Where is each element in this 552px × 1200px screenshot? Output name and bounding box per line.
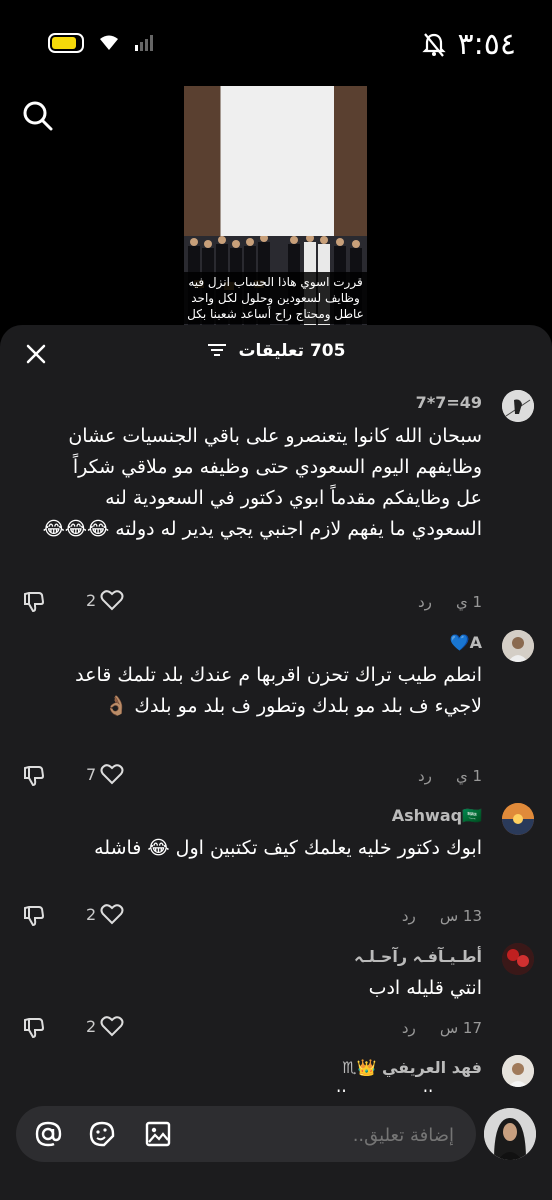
comment-time: 17 س [439,1019,482,1037]
user-avatar[interactable] [484,1108,536,1160]
comment-text: انتي قليله ادب [368,977,482,999]
comment-time: 1 ي [455,593,482,611]
search-icon [23,101,53,131]
comment-meta: 1 ي رد [418,593,482,611]
comment-meta: 17 س رد [402,1019,482,1037]
comment-username[interactable]: Ashwaq🇸🇦 [392,806,482,825]
user-avatar-icon [484,1108,536,1160]
video-caption: قررت اسوي هاذا الحساب انزل فيه وظايف لسع… [184,272,367,324]
clock: ٣:٥٤ [457,27,516,62]
comments-count: 705 تعليقات [238,341,346,361]
bird-avatar-icon [502,390,534,422]
comments-sheet: 705 تعليقات 49=7*7 سبحان الله كانوا يتعن… [0,325,552,1200]
avatar[interactable] [502,630,534,662]
heart-icon [100,1016,124,1037]
sheet-header: 705 تعليقات [0,325,552,381]
heart-icon [100,904,124,925]
girl-avatar-icon [502,630,534,662]
video-thumbnail[interactable]: قررت اسوي هاذا الحساب انزل فيه وظايف لسع… [184,86,367,326]
avatar[interactable] [502,803,534,835]
like-button[interactable]: 2 [86,1015,124,1037]
dislike-icon[interactable] [22,1016,46,1040]
search-button[interactable] [22,100,54,136]
man-avatar-icon [502,1055,534,1087]
comment-meta: 1 ي رد [418,767,482,785]
heart-icon [100,590,124,611]
battery-icon [48,33,84,53]
avatar[interactable] [502,390,534,422]
comment-username[interactable]: أطـيـآفـہ رآحـلـہ [354,947,482,966]
comment-time: 1 ي [455,767,482,785]
image-icon[interactable] [144,1120,172,1148]
filter-icon[interactable] [207,343,227,357]
comment-username[interactable]: 49=7*7 [416,393,482,412]
dislike-icon[interactable] [22,904,46,928]
like-count: 2 [86,1016,97,1036]
mention-icon[interactable] [34,1120,62,1148]
avatar[interactable] [502,1055,534,1087]
sheet-title: 705 تعليقات [0,341,552,361]
comment-meta: 13 س رد [402,907,482,925]
signal-icon [135,35,153,51]
reply-button[interactable]: رد [418,593,432,611]
dislike-icon[interactable] [22,764,46,788]
comment-username[interactable]: A💙 [450,633,482,652]
comment-username[interactable]: فهد العريفي 👑♏ [342,1058,482,1077]
comment-time: 13 س [439,907,482,925]
comment-text: سبحان الله كانوا يتعنصرو على باقي الجنسي… [42,425,482,540]
avatar[interactable] [502,943,534,975]
reply-button[interactable]: رد [402,907,416,925]
roses-avatar-icon [502,943,534,975]
like-button[interactable]: 2 [86,903,124,925]
comment-text: انطم طيب تراك تحزن اقربها م عندك بلد تلم… [75,664,482,717]
reply-button[interactable]: رد [402,1019,416,1037]
status-bar: ٣:٥٤ [0,0,552,80]
comment-composer[interactable] [16,1106,476,1162]
heart-icon [100,764,124,785]
comment-input[interactable] [212,1120,456,1150]
wifi-icon [100,35,118,50]
comment-text: ابوك دكتور خليه يعلمك كيف تكتبين اول 😂 ف… [94,837,482,859]
like-count: 7 [86,764,97,784]
like-button[interactable]: 2 [86,589,124,611]
sunset-avatar-icon [502,803,534,835]
like-count: 2 [86,590,97,610]
like-count: 2 [86,904,97,924]
emoji-sticker-icon[interactable] [88,1120,116,1148]
dislike-icon[interactable] [22,590,46,614]
like-button[interactable]: 7 [86,763,124,785]
reply-button[interactable]: رد [418,767,432,785]
mute-bell-icon [421,32,446,57]
